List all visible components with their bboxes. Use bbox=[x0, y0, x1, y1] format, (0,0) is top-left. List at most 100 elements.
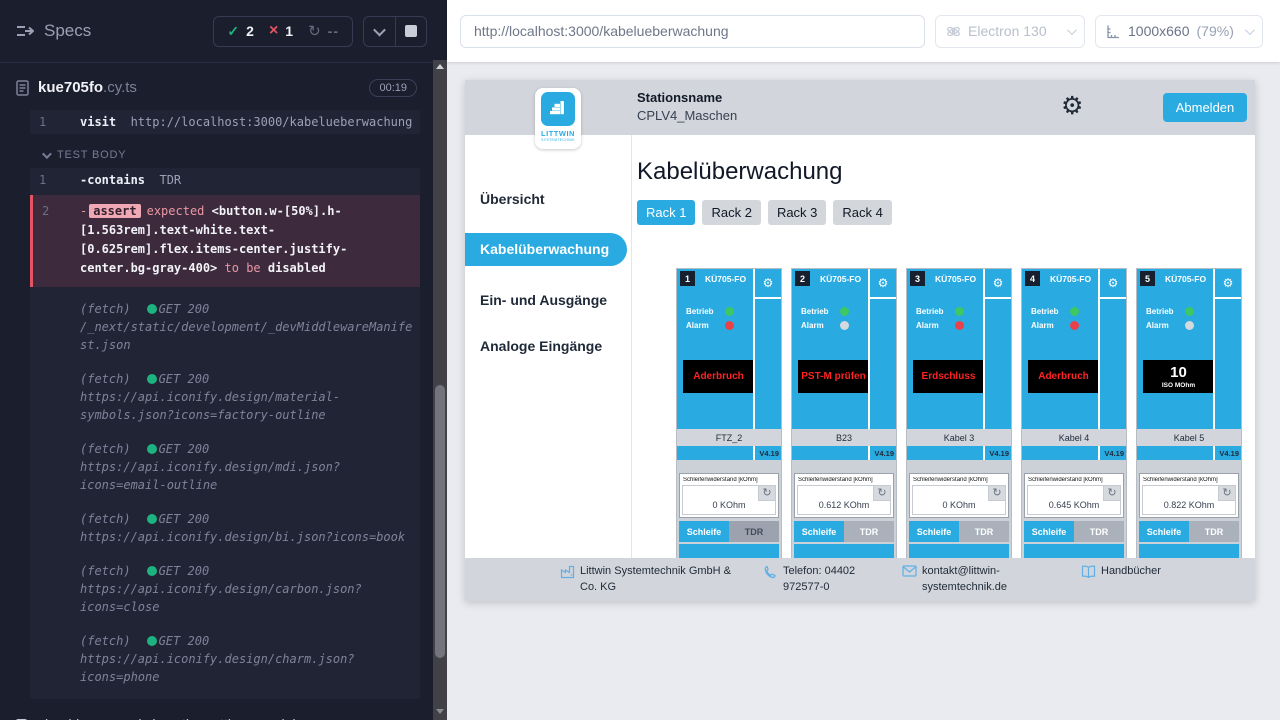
resistance-value: 0.612 KOhm bbox=[819, 500, 870, 510]
refresh-icon[interactable]: ↻ bbox=[1103, 486, 1120, 501]
logout-button[interactable]: Abmelden bbox=[1163, 93, 1247, 122]
alarm-led bbox=[1070, 321, 1079, 330]
viewport-selector[interactable]: 1000x660 (79%) bbox=[1095, 15, 1263, 48]
request-method: GET bbox=[159, 302, 181, 316]
schleife-button[interactable]: Schleife bbox=[1024, 521, 1074, 542]
spec-file-row[interactable]: kue705fo.cy.ts 00:19 bbox=[0, 76, 433, 100]
status-display: Aderbruch bbox=[1028, 360, 1099, 393]
request-type: (fetch) bbox=[80, 564, 131, 578]
sidebar-item-analoge-eingaenge[interactable]: Analoge Eingänge bbox=[465, 334, 631, 358]
refresh-icon[interactable]: ↻ bbox=[758, 486, 775, 501]
command-row-visit[interactable]: 1 visit http://localhost:3000/kabelueber… bbox=[30, 110, 420, 134]
tab-rack-3[interactable]: Rack 3 bbox=[768, 200, 826, 225]
network-log-row[interactable]: (fetch)GET 200 https://api.iconify.desig… bbox=[30, 507, 420, 549]
status-ok-dot bbox=[147, 304, 157, 314]
littwin-logo-icon bbox=[541, 92, 575, 126]
resistance-label: Schleifenwiderstand [kOhm] bbox=[913, 477, 1006, 483]
cable-name: Kabel 5 bbox=[1137, 429, 1241, 446]
scroll-up-arrow[interactable] bbox=[436, 64, 444, 69]
application-under-test: LITTWIN SYSTEMTECHNIK Stationsname CPLV4… bbox=[465, 80, 1255, 601]
footer-manuals-link[interactable]: Handbücher bbox=[1081, 564, 1161, 601]
app-sidebar: Übersicht Kabelüberwachung Ein- und Ausg… bbox=[465, 135, 632, 558]
scroll-down-arrow[interactable] bbox=[436, 709, 444, 714]
cable-name: B23 bbox=[792, 429, 896, 446]
alarm-message: Aderbruch bbox=[1038, 371, 1089, 382]
command-log: 1 visit http://localhost:3000/kabelueber… bbox=[30, 110, 420, 699]
card-settings-gear-icon[interactable]: ⚙ bbox=[1215, 269, 1241, 299]
request-type: (fetch) bbox=[80, 512, 131, 526]
sidebar-item-uebersicht[interactable]: Übersicht bbox=[465, 187, 631, 211]
collapse-button[interactable] bbox=[364, 17, 395, 46]
request-method: GET bbox=[159, 372, 181, 386]
page-title: Kabelüberwachung bbox=[637, 158, 1255, 186]
sidebar-item-kabelueberwachung[interactable]: Kabelüberwachung bbox=[465, 233, 627, 266]
stat-failed: ×1 bbox=[269, 23, 293, 39]
footer-phone[interactable]: Telefon: 04402 972577-0 bbox=[764, 564, 895, 601]
request-status: 200 bbox=[188, 564, 210, 578]
test-body-toggle[interactable]: TEST BODY bbox=[42, 149, 420, 161]
url-input[interactable] bbox=[460, 15, 925, 48]
refresh-icon[interactable]: ↻ bbox=[988, 486, 1005, 501]
settings-gear-icon[interactable]: ⚙ bbox=[1061, 91, 1083, 121]
tdr-button[interactable]: TDR bbox=[844, 521, 894, 542]
viewport-size: 1000x660 bbox=[1128, 23, 1190, 39]
chevron-down-icon bbox=[42, 149, 52, 159]
request-status: 200 bbox=[188, 512, 210, 526]
status-display: Aderbruch bbox=[683, 360, 754, 393]
stop-button[interactable] bbox=[395, 17, 426, 46]
request-url: https://api.iconify.design/charm.json?ic… bbox=[80, 650, 414, 686]
tdr-button[interactable]: TDR bbox=[1074, 521, 1124, 542]
browser-selector[interactable]: Electron 130 bbox=[935, 15, 1085, 48]
stop-icon bbox=[405, 25, 417, 37]
tdr-button[interactable]: TDR bbox=[1189, 521, 1239, 542]
pending-test-row[interactable]: should open and close the settings modal bbox=[16, 716, 433, 720]
betrieb-label: Betrieb bbox=[801, 307, 833, 316]
network-log-row[interactable]: (fetch)GET 200 /_next/static/development… bbox=[30, 297, 420, 357]
request-status: 200 bbox=[188, 302, 210, 316]
specs-menu-button[interactable]: Specs bbox=[16, 21, 91, 41]
schleife-button[interactable]: Schleife bbox=[1139, 521, 1189, 542]
command-row-contains[interactable]: 1 -contains TDR bbox=[30, 168, 420, 192]
network-log-row[interactable]: (fetch)GET 200 https://api.iconify.desig… bbox=[30, 367, 420, 427]
scrollbar-thumb[interactable] bbox=[435, 385, 445, 658]
tab-rack-2[interactable]: Rack 2 bbox=[702, 200, 760, 225]
tdr-button[interactable]: TDR bbox=[729, 521, 779, 542]
app-header: LITTWIN SYSTEMTECHNIK Stationsname CPLV4… bbox=[465, 80, 1255, 135]
viewport-zoom: (79%) bbox=[1197, 23, 1234, 39]
card-title: KÜ705-FO bbox=[935, 274, 976, 284]
network-log-row[interactable]: (fetch)GET 200 https://api.iconify.desig… bbox=[30, 437, 420, 497]
tab-rack-4[interactable]: Rack 4 bbox=[833, 200, 891, 225]
schleife-button[interactable]: Schleife bbox=[909, 521, 959, 542]
refresh-icon[interactable]: ↻ bbox=[1218, 486, 1235, 501]
tab-rack-1[interactable]: Rack 1 bbox=[637, 200, 695, 225]
schleife-button[interactable]: Schleife bbox=[794, 521, 844, 542]
book-icon bbox=[1081, 565, 1096, 578]
command-row-assert-failed[interactable]: 2 -assertexpected <button.w-[50%].h-[1.5… bbox=[30, 195, 420, 287]
request-url: https://api.iconify.design/mdi.json?icon… bbox=[80, 458, 414, 494]
footer-email[interactable]: kontakt@littwin-systemtechnik.de bbox=[902, 564, 1017, 601]
reporter-controls bbox=[363, 16, 427, 47]
alarm-led bbox=[840, 321, 849, 330]
sidebar-item-ein-und-ausgaenge[interactable]: Ein- und Ausgänge bbox=[465, 288, 631, 312]
refresh-icon[interactable]: ↻ bbox=[873, 486, 890, 501]
alarm-message: Aderbruch bbox=[693, 371, 744, 382]
network-log-row[interactable]: (fetch)GET 200 https://api.iconify.desig… bbox=[30, 629, 420, 689]
card-number: 3 bbox=[910, 271, 925, 286]
card-settings-gear-icon[interactable]: ⚙ bbox=[1100, 269, 1126, 299]
firmware-version: V4.19 bbox=[759, 449, 779, 458]
status-ok-dot bbox=[147, 514, 157, 524]
tdr-button[interactable]: TDR bbox=[959, 521, 1009, 542]
network-log-row[interactable]: (fetch)GET 200 https://api.iconify.desig… bbox=[30, 559, 420, 619]
cable-monitor-card: ⚙ 3KÜ705-FO Betrieb Alarm Erdschluss bbox=[906, 268, 1012, 558]
card-settings-gear-icon[interactable]: ⚙ bbox=[985, 269, 1011, 299]
request-type: (fetch) bbox=[80, 372, 131, 386]
cable-monitor-card: ⚙ 5KÜ705-FO Betrieb Alarm 10 ISO MOhm bbox=[1136, 268, 1242, 558]
card-settings-gear-icon[interactable]: ⚙ bbox=[870, 269, 896, 299]
card-settings-gear-icon[interactable]: ⚙ bbox=[755, 269, 781, 299]
chevron-down-icon bbox=[1067, 25, 1077, 35]
request-method: GET bbox=[159, 512, 181, 526]
cypress-url-toolbar: Electron 130 1000x660 (79%) bbox=[447, 0, 1280, 62]
card-section-strip bbox=[1024, 544, 1124, 558]
schleife-button[interactable]: Schleife bbox=[679, 521, 729, 542]
card-title: KÜ705-FO bbox=[1050, 274, 1091, 284]
